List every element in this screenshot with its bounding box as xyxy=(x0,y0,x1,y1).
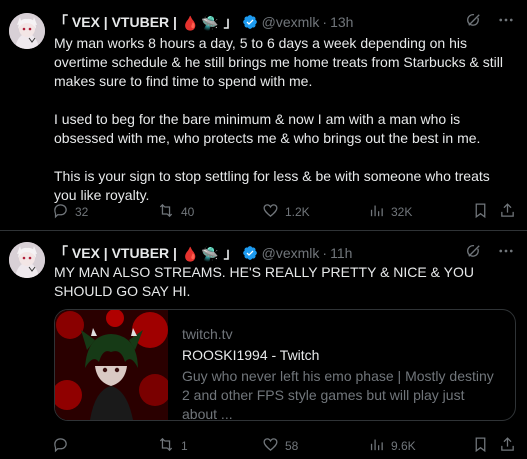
tweet-header: 「 VEX | VTUBER | 🩸 🛸 」 @vexmlk · 13h xyxy=(54,12,474,32)
like-count: 58 xyxy=(285,439,299,453)
like-icon xyxy=(262,202,279,222)
card-info: twitch.tv ROOSKI1994 - Twitch Guy who ne… xyxy=(168,310,514,420)
repost-count: 40 xyxy=(181,205,195,219)
bookmark-icon xyxy=(472,436,489,456)
like-button[interactable]: 58 xyxy=(262,436,298,456)
views-button[interactable]: 9.6K xyxy=(368,436,416,456)
separator-dot: · xyxy=(322,14,328,30)
blood-drop-emoji: 🩸 xyxy=(181,14,200,31)
views-count: 9.6K xyxy=(391,439,416,453)
like-button[interactable]: 1.2K xyxy=(262,202,310,222)
more-icon[interactable] xyxy=(497,11,515,34)
share-button[interactable] xyxy=(499,202,516,222)
repost-button[interactable]: 40 xyxy=(157,202,194,222)
views-icon xyxy=(368,436,385,456)
author-name[interactable]: 「 VEX | VTUBER | 🩸 🛸 」 xyxy=(54,12,238,32)
reply-icon xyxy=(52,436,69,456)
repost-button[interactable]: 1 xyxy=(157,436,188,456)
bookmark-icon xyxy=(472,202,489,222)
tweet-top-actions xyxy=(465,12,515,32)
tweet[interactable]: 「 VEX | VTUBER | 🩸 🛸 」 @vexmlk · 13h My m… xyxy=(0,0,527,231)
like-count: 1.2K xyxy=(285,205,310,219)
share-icon xyxy=(499,202,516,222)
share-icon xyxy=(499,436,516,456)
tweet-actions: 32 40 1.2K 32K xyxy=(52,202,517,222)
avatar[interactable] xyxy=(9,13,45,49)
tweet-actions: 1 58 9.6K xyxy=(52,436,517,456)
tweet-paragraph: My man works 8 hours a day, 5 to 6 days … xyxy=(54,35,503,89)
views-button[interactable]: 32K xyxy=(368,202,412,222)
separator-dot: · xyxy=(322,245,328,261)
bookmark-button[interactable] xyxy=(472,436,489,456)
author-handle[interactable]: @vexmlk xyxy=(262,245,320,261)
tweet-paragraph: MY MAN ALSO STREAMS. HE'S REALLY PRETTY … xyxy=(54,264,474,299)
verified-badge-icon xyxy=(242,14,258,30)
more-icon[interactable] xyxy=(497,242,515,265)
author-handle[interactable]: @vexmlk xyxy=(262,14,320,30)
tweet-paragraph: I used to beg for the bare minimum & now… xyxy=(54,111,481,146)
card-title: ROOSKI1994 - Twitch xyxy=(182,347,320,363)
card-thumbnail xyxy=(55,310,168,420)
bookmark-button[interactable] xyxy=(472,202,489,222)
share-button[interactable] xyxy=(499,436,516,456)
reply-button[interactable]: 32 xyxy=(52,202,88,222)
timestamp[interactable]: 11h xyxy=(330,245,352,261)
repost-icon xyxy=(157,436,175,456)
grok-icon[interactable] xyxy=(465,242,483,265)
reply-icon xyxy=(52,202,69,222)
author-name[interactable]: 「 VEX | VTUBER | 🩸 🛸 」 xyxy=(54,243,238,263)
tweet-top-actions xyxy=(465,243,515,263)
tweet[interactable]: 「 VEX | VTUBER | 🩸 🛸 」 @vexmlk · 11h MY M… xyxy=(0,231,527,459)
like-icon xyxy=(262,436,279,456)
repost-count: 1 xyxy=(181,439,188,453)
views-icon xyxy=(368,202,385,222)
blood-drop-emoji: 🩸 xyxy=(181,245,200,262)
views-count: 32K xyxy=(391,205,413,219)
ufo-emoji: 🛸 xyxy=(201,245,219,262)
reply-count: 32 xyxy=(75,205,89,219)
repost-icon xyxy=(157,202,175,222)
grok-icon[interactable] xyxy=(465,11,483,34)
timestamp[interactable]: 13h xyxy=(330,14,353,30)
card-domain: twitch.tv xyxy=(182,326,233,342)
tweet-paragraph: This is your sign to stop settling for l… xyxy=(54,168,490,203)
verified-badge-icon xyxy=(242,245,258,261)
tweet-header: 「 VEX | VTUBER | 🩸 🛸 」 @vexmlk · 11h xyxy=(54,243,474,263)
tweet-text: My man works 8 hours a day, 5 to 6 days … xyxy=(54,34,516,205)
link-preview-card[interactable]: twitch.tv ROOSKI1994 - Twitch Guy who ne… xyxy=(54,309,516,421)
card-description: Guy who never left his emo phase | Mostl… xyxy=(182,368,494,421)
ufo-emoji: 🛸 xyxy=(201,14,219,31)
reply-button[interactable] xyxy=(52,436,75,456)
tweet-text: MY MAN ALSO STREAMS. HE'S REALLY PRETTY … xyxy=(54,263,516,301)
avatar[interactable] xyxy=(9,242,45,278)
